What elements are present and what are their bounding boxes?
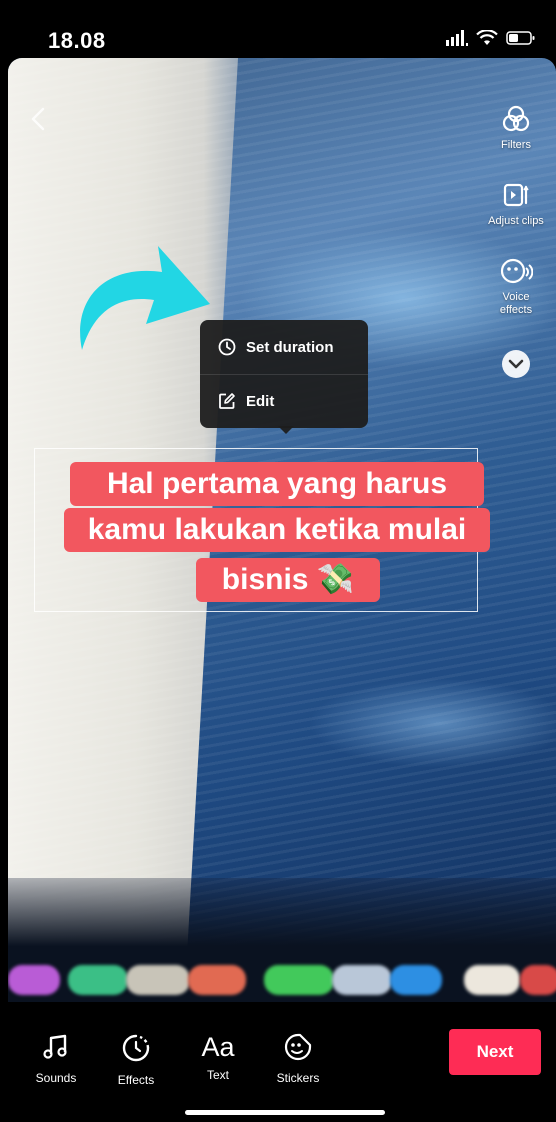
edit-option[interactable]: Edit — [200, 374, 368, 428]
sounds-button[interactable]: Sounds — [24, 1032, 88, 1085]
clock-icon — [218, 338, 236, 356]
adjust-clips-label: Adjust clips — [488, 215, 544, 227]
wifi-icon — [476, 30, 498, 45]
filters-icon — [502, 105, 530, 132]
expand-tools-button[interactable] — [476, 348, 556, 383]
voice-effects-icon — [500, 258, 534, 284]
back-chevron-icon[interactable] — [26, 106, 52, 132]
effects-label: Effects — [117, 1073, 155, 1087]
status-time: 18.08 — [48, 28, 106, 53]
stickers-label: Stickers — [276, 1071, 320, 1085]
sticker-face-icon — [284, 1033, 312, 1061]
caption-line-2[interactable]: kamu lakukan ketika mulai — [64, 508, 490, 552]
stickers-button[interactable]: Stickers — [266, 1032, 330, 1085]
set-duration-option[interactable]: Set duration — [200, 320, 368, 374]
text-aa-icon: Aa — [201, 1032, 235, 1062]
filters-button[interactable]: Filters — [476, 104, 556, 152]
voice-effects-label: Voice effects — [476, 291, 556, 317]
adjust-clips-icon — [503, 183, 529, 207]
curved-arrow-sticker[interactable] — [62, 232, 218, 356]
voice-effects-label-line1: Voice — [502, 291, 530, 303]
edit-label: Edit — [246, 392, 275, 410]
phone-screen: 18.08 Filters Adjust clips Voice effects… — [0, 0, 556, 1122]
filters-label: Filters — [501, 139, 531, 151]
edit-icon — [219, 393, 235, 409]
status-icons — [446, 30, 536, 46]
bottom-toolbar: Sounds Effects Aa Text Stickers Next — [0, 1002, 556, 1122]
text-options-popup: Set duration Edit — [200, 320, 368, 434]
battery-icon — [506, 31, 535, 45]
adjust-clips-button[interactable]: Adjust clips — [476, 180, 556, 228]
effects-button[interactable]: Effects — [104, 1032, 168, 1087]
set-duration-label: Set duration — [246, 338, 334, 356]
voice-effects-label-line2: effects — [499, 304, 533, 316]
effects-timer-icon — [122, 1034, 150, 1062]
caption-line-1[interactable]: Hal pertama yang harus — [70, 462, 484, 506]
text-button[interactable]: Aa Text — [186, 1032, 250, 1082]
voice-effects-button[interactable]: Voice effects — [476, 256, 556, 317]
video-background-dock — [8, 953, 556, 1002]
text-label: Text — [206, 1068, 229, 1082]
chevron-down-icon — [502, 350, 530, 378]
popup-pointer — [278, 426, 294, 434]
music-note-icon — [43, 1034, 67, 1059]
sounds-label: Sounds — [35, 1071, 77, 1085]
home-indicator[interactable] — [185, 1110, 385, 1115]
signal-icon — [446, 30, 468, 46]
caption-line-3[interactable]: bisnis 💸 — [196, 558, 380, 602]
status-bar: 18.08 — [0, 0, 556, 58]
next-button[interactable]: Next — [449, 1029, 541, 1075]
